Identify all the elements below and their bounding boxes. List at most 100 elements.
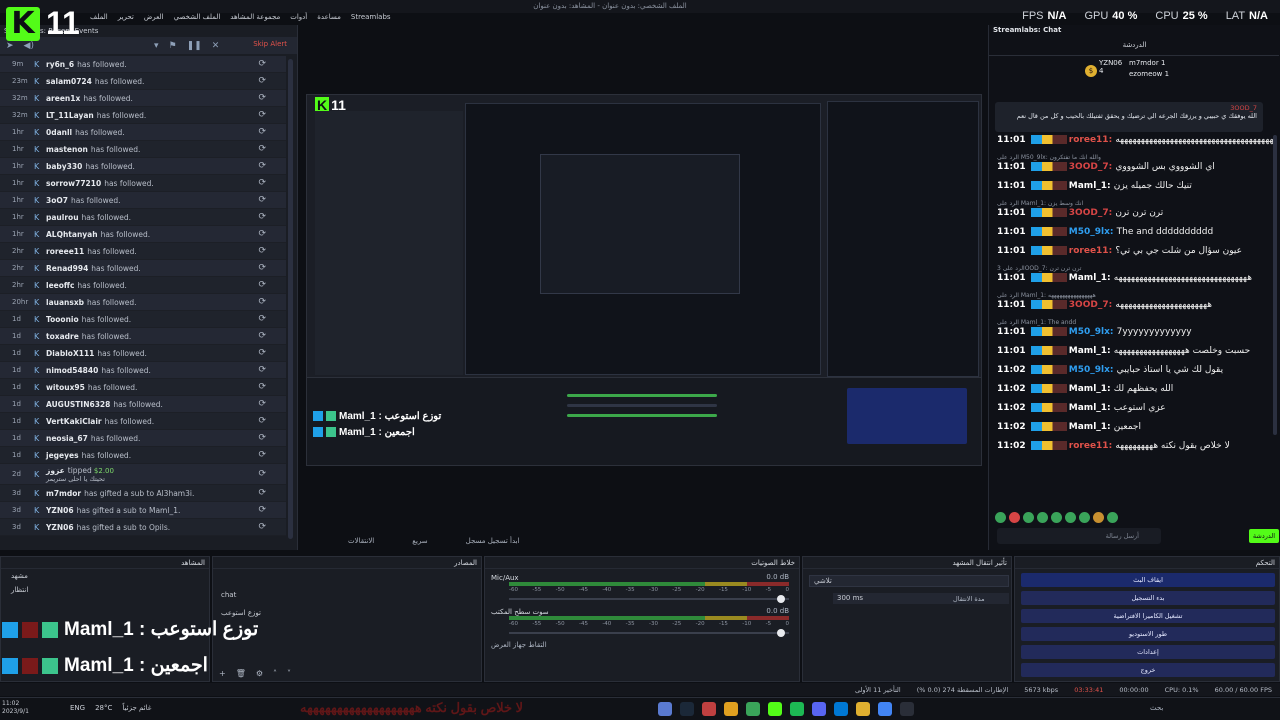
replay-icon[interactable]: ⟳ [258, 450, 266, 460]
replay-icon[interactable]: ⟳ [258, 399, 266, 409]
message-user[interactable]: M50_9lx: [1069, 365, 1117, 375]
steam-icon[interactable] [680, 702, 694, 716]
chat-tab[interactable]: الدردشة [989, 41, 1280, 49]
replay-icon[interactable]: ⟳ [258, 59, 266, 69]
message-user[interactable]: 3OOD_7: [1069, 300, 1116, 310]
filter-icon[interactable]: ⚑ [169, 41, 177, 51]
replay-icon[interactable]: ⟳ [258, 127, 266, 137]
message-user[interactable]: Maml_1: [1069, 403, 1114, 413]
chrome-icon[interactable] [878, 702, 892, 716]
emote-icon[interactable] [1051, 512, 1062, 523]
menu-item[interactable]: العرض [144, 13, 164, 25]
app-icon[interactable] [724, 702, 738, 716]
source-item[interactable]: chat [221, 591, 236, 599]
taskbar-clock[interactable]: 11:02 2023/9/1 [2, 700, 29, 716]
replay-icon[interactable]: ⟳ [258, 488, 266, 498]
message-user[interactable]: Maml_1: [1069, 384, 1114, 394]
menu-item[interactable]: Streamlabs [351, 13, 391, 25]
replay-icon[interactable]: ⟳ [258, 212, 266, 222]
emote-icon[interactable] [1079, 512, 1090, 523]
emote-icon[interactable] [1093, 512, 1104, 523]
chat-scrollbar[interactable] [1273, 135, 1277, 435]
message-user[interactable]: 3OOD_7: [1069, 208, 1116, 218]
taskbar-search[interactable]: بحث [1150, 704, 1163, 712]
replay-icon[interactable]: ⟳ [258, 246, 266, 256]
message-user[interactable]: roree11: [1069, 441, 1116, 451]
mode-button[interactable]: ابدأ تسجيل مسجل [466, 537, 520, 551]
menu-item[interactable]: تحرير [118, 13, 134, 25]
replay-icon[interactable]: ⟳ [258, 469, 266, 479]
emote-icon[interactable] [1023, 512, 1034, 523]
app-icon[interactable] [658, 702, 672, 716]
volume-fader[interactable] [509, 629, 789, 637]
message-user[interactable]: roree11: [1069, 246, 1116, 256]
replay-icon[interactable]: ⟳ [258, 161, 266, 171]
skip-alert-button[interactable]: Skip Alert [253, 40, 287, 48]
replay-icon[interactable]: ⟳ [258, 331, 266, 341]
fader-knob[interactable] [777, 595, 785, 603]
control-button[interactable]: ايقاف البث [1021, 573, 1275, 587]
chat-input[interactable]: أرسل رسالة [997, 528, 1161, 544]
chat-send-button[interactable]: الدردشة [1249, 529, 1279, 543]
obs-icon[interactable] [900, 702, 914, 716]
mode-button[interactable]: الانتقالات [348, 537, 374, 551]
emote-icon[interactable] [995, 512, 1006, 523]
pinned-message[interactable]: 3OOD_7 الله يوفقك ي حبيبي و يرزقك الجرعه… [995, 102, 1263, 132]
transition-select[interactable]: تلاشي [809, 575, 1009, 587]
emote-icon[interactable] [1009, 512, 1020, 523]
replay-icon[interactable]: ⟳ [258, 93, 266, 103]
mute-icon[interactable]: ✕ [212, 41, 220, 51]
app-icon[interactable] [702, 702, 716, 716]
message-user[interactable]: Maml_1: [1069, 346, 1114, 356]
message-user[interactable]: 3OOD_7: [1069, 162, 1116, 172]
menu-item[interactable]: أدوات [290, 13, 307, 25]
message-user[interactable]: roree11: [1069, 135, 1116, 145]
control-button[interactable]: طور الاستوديو [1021, 627, 1275, 641]
spotify-icon[interactable] [790, 702, 804, 716]
replay-icon[interactable]: ⟳ [258, 76, 266, 86]
message-user[interactable]: Maml_1: [1069, 181, 1114, 191]
replay-icon[interactable]: ⟳ [258, 144, 266, 154]
replay-icon[interactable]: ⟳ [258, 416, 266, 426]
events-scrollbar[interactable] [288, 59, 293, 539]
folder-icon[interactable] [856, 702, 870, 716]
volume-fader[interactable] [509, 595, 789, 603]
replay-icon[interactable]: ⟳ [258, 348, 266, 358]
message-user[interactable]: Maml_1: [1069, 273, 1114, 283]
message-user[interactable]: M50_9lx: [1069, 227, 1117, 237]
speaker-icon[interactable]: ◀) [24, 41, 34, 51]
kick-icon[interactable] [768, 702, 782, 716]
replay-icon[interactable]: ⟳ [258, 195, 266, 205]
send-icon[interactable]: ➤ [6, 41, 14, 51]
replay-icon[interactable]: ⟳ [258, 280, 266, 290]
source-item[interactable]: توزع استوعب [221, 609, 261, 617]
edge-icon[interactable] [834, 702, 848, 716]
weather-temp[interactable]: 28°C [95, 704, 112, 712]
replay-icon[interactable]: ⟳ [258, 382, 266, 392]
replay-icon[interactable]: ⟳ [258, 505, 266, 515]
emote-icon[interactable] [1065, 512, 1076, 523]
emote-icon[interactable] [1037, 512, 1048, 523]
control-button[interactable]: إعدادات [1021, 645, 1275, 659]
pause-icon[interactable]: ❚❚ [187, 41, 202, 51]
menu-item[interactable]: مساعدة [317, 13, 341, 25]
menu-item[interactable]: الملف الشخصي [174, 13, 221, 25]
up-icon[interactable]: ˄ [273, 669, 277, 678]
replay-icon[interactable]: ⟳ [258, 263, 266, 273]
control-button[interactable]: تشغيل الكاميرا الافتراضية [1021, 609, 1275, 623]
menu-item[interactable]: الملف [90, 13, 108, 25]
app-icon[interactable] [746, 702, 760, 716]
menu-item[interactable]: مجموعة المشاهد [230, 13, 280, 25]
control-button[interactable]: بدء التسجيل [1021, 591, 1275, 605]
discord-icon[interactable] [812, 702, 826, 716]
replay-icon[interactable]: ⟳ [258, 110, 266, 120]
message-user[interactable]: M50_9lx: [1069, 327, 1117, 337]
control-button[interactable]: خروج [1021, 663, 1275, 677]
replay-icon[interactable]: ⟳ [258, 178, 266, 188]
replay-icon[interactable]: ⟳ [258, 433, 266, 443]
message-user[interactable]: Maml_1: [1069, 422, 1114, 432]
down-icon[interactable]: ˅ [287, 669, 291, 678]
scene-item[interactable]: انتظار [1, 583, 209, 597]
emote-icon[interactable] [1107, 512, 1118, 523]
scene-item[interactable]: مشهد [1, 569, 209, 583]
